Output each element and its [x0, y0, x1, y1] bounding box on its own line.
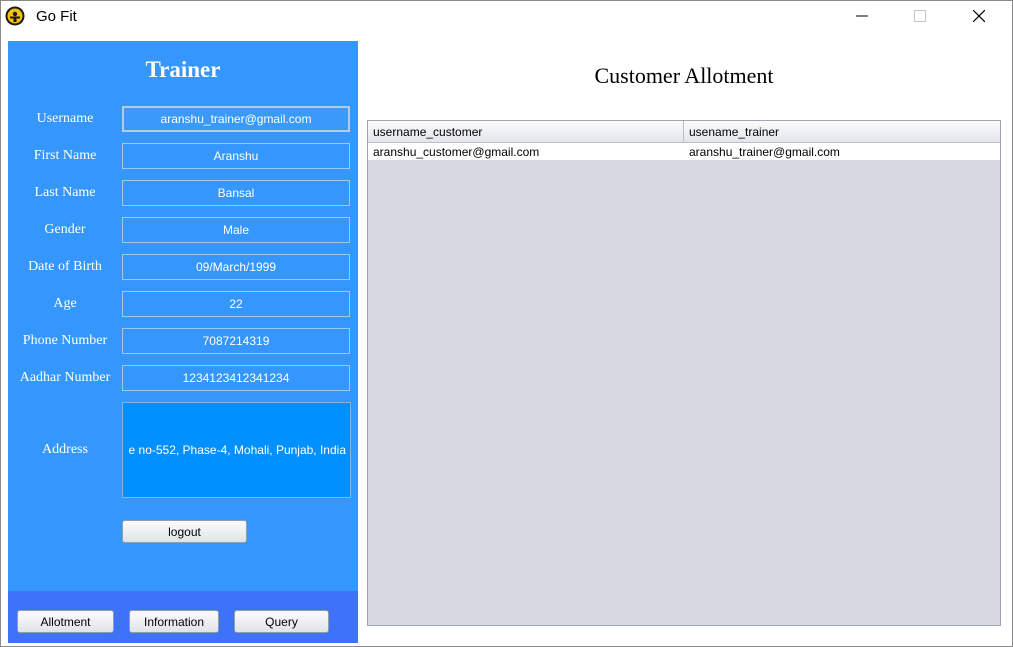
date-of-birth-label: Date of Birth: [28, 259, 102, 274]
age-field[interactable]: 22: [122, 291, 350, 317]
minimize-icon: [855, 15, 868, 17]
table-header: username_customer usename_trainer: [368, 121, 1000, 143]
cell-trainer-username[interactable]: aranshu_trainer@gmail.com: [684, 143, 1000, 160]
app-window: Go Fit Trainer Username aranshu_trainer@…: [0, 0, 1013, 647]
gold-gym-logo-icon: [5, 6, 25, 26]
date-of-birth-field[interactable]: 09/March/1999: [122, 254, 350, 280]
phone-number-label: Phone Number: [22, 333, 108, 348]
information-button[interactable]: Information: [129, 610, 219, 633]
allotment-table[interactable]: username_customer usename_trainer aransh…: [367, 120, 1001, 626]
last-name-field[interactable]: Bansal: [122, 180, 350, 206]
table-row[interactable]: aranshu_customer@gmail.com aranshu_train…: [368, 143, 1000, 160]
window-title: Go Fit: [36, 8, 77, 25]
close-icon: [972, 10, 985, 22]
first-name-label: First Name: [33, 148, 97, 163]
age-label: Age: [53, 296, 77, 311]
bottom-nav-bar: Allotment Information Query: [8, 591, 358, 643]
maximize-icon: [913, 10, 926, 22]
column-header-username-trainer[interactable]: usename_trainer: [684, 121, 1000, 142]
address-field[interactable]: e no-552, Phase-4, Mohali, Punjab, India: [122, 402, 351, 498]
username-label: Username: [36, 111, 94, 126]
last-name-label: Last Name: [34, 185, 96, 200]
query-button[interactable]: Query: [234, 610, 329, 633]
aadhar-number-label: Aadhar Number: [19, 370, 111, 385]
allotment-button[interactable]: Allotment: [17, 610, 114, 633]
close-button[interactable]: [956, 1, 1001, 31]
column-header-username-customer[interactable]: username_customer: [368, 121, 684, 142]
phone-number-field[interactable]: 7087214319: [122, 328, 350, 354]
cell-customer-username[interactable]: aranshu_customer@gmail.com: [368, 143, 684, 160]
profile-heading: Trainer: [145, 57, 221, 82]
aadhar-number-field[interactable]: 1234123412341234: [122, 365, 350, 391]
trainer-profile-panel: Trainer Username aranshu_trainer@gmail.c…: [8, 41, 358, 643]
maximize-button[interactable]: [897, 1, 942, 31]
username-field[interactable]: aranshu_trainer@gmail.com: [122, 106, 350, 132]
first-name-field[interactable]: Aranshu: [122, 143, 350, 169]
gender-label: Gender: [44, 222, 86, 237]
address-label: Address: [42, 442, 88, 457]
title-bar: Go Fit: [1, 1, 1012, 41]
minimize-button[interactable]: [839, 1, 884, 31]
logout-button[interactable]: logout: [122, 520, 247, 543]
allotment-title: Customer Allotment: [594, 63, 774, 88]
gender-field[interactable]: Male: [122, 217, 350, 243]
